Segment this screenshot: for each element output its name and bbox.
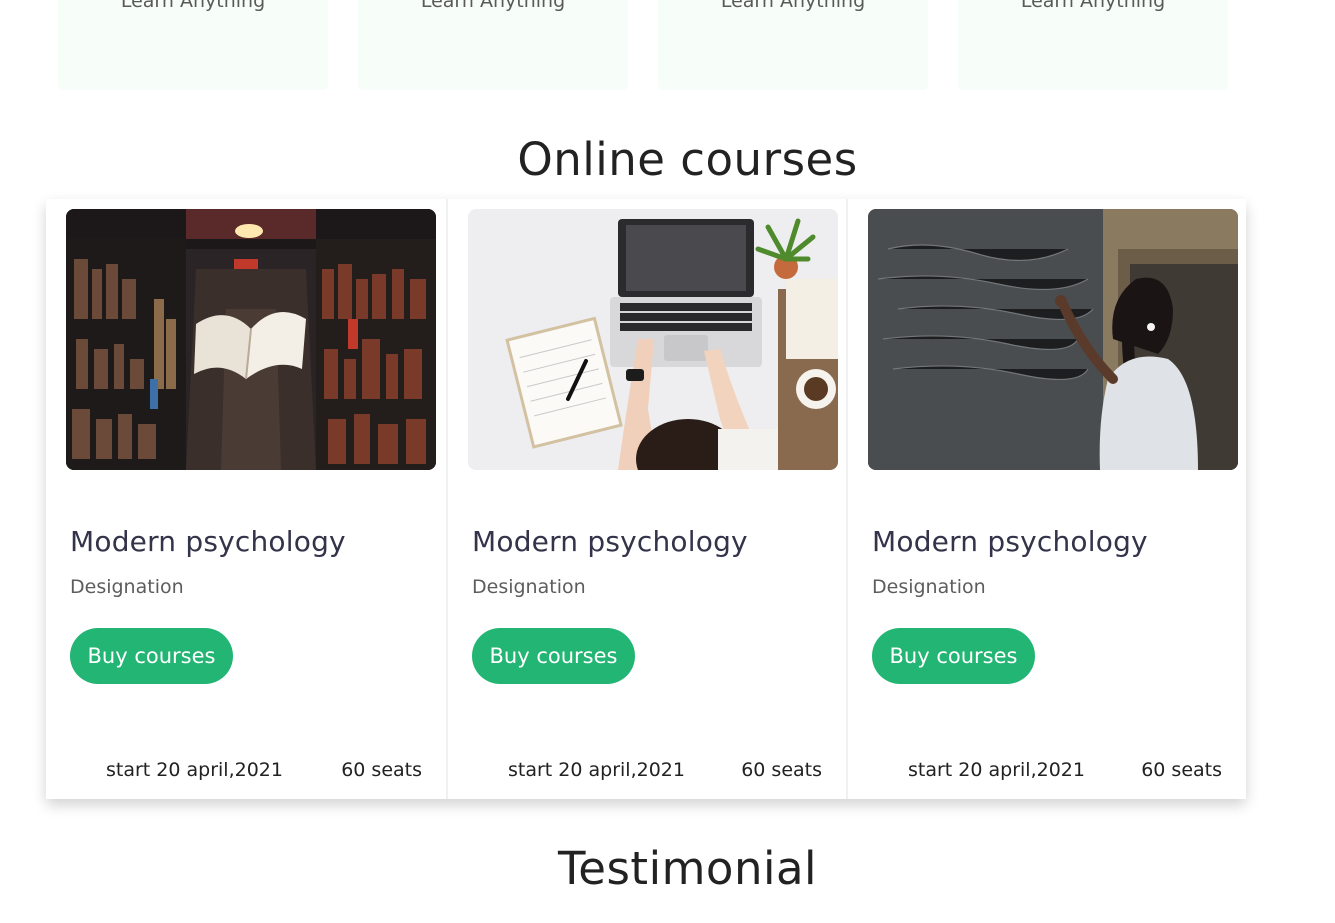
course-image-blackboard [868, 209, 1238, 470]
buy-courses-button[interactable]: Buy courses [472, 628, 635, 684]
feature-label: Learn Anything [720, 0, 866, 12]
course-start-date: start 20 april,2021 [106, 759, 283, 781]
course-seats: 60 seats [741, 759, 822, 781]
course-designation: Designation [472, 576, 586, 598]
course-card: Modern psychology Designation Buy course… [46, 199, 446, 799]
testimonial-heading: Testimonial [557, 842, 818, 895]
course-start-date: start 20 april,2021 [908, 759, 1085, 781]
course-designation: Designation [872, 576, 986, 598]
course-card: Modern psychology Designation Buy course… [446, 199, 846, 799]
feature-cards-row: Learn Anything Learn Anything Learn Anyt… [0, 0, 1335, 92]
feature-card: Learn Anything [358, 0, 628, 90]
buy-courses-button[interactable]: Buy courses [70, 628, 233, 684]
course-title: Modern psychology [472, 525, 748, 558]
course-title: Modern psychology [70, 525, 346, 558]
online-courses-heading: Online courses [517, 133, 858, 186]
course-seats: 60 seats [1141, 759, 1222, 781]
course-title: Modern psychology [872, 525, 1148, 558]
course-image-laptop [468, 209, 838, 470]
course-start-date: start 20 april,2021 [508, 759, 685, 781]
courses-container: Modern psychology Designation Buy course… [46, 199, 1246, 799]
feature-label: Learn Anything [1020, 0, 1166, 12]
feature-card: Learn Anything [958, 0, 1228, 90]
course-seats: 60 seats [341, 759, 422, 781]
course-card: Modern psychology Designation Buy course… [846, 199, 1246, 799]
buy-courses-button[interactable]: Buy courses [872, 628, 1035, 684]
feature-label: Learn Anything [420, 0, 566, 12]
course-designation: Designation [70, 576, 184, 598]
course-image-library [66, 209, 436, 470]
feature-card: Learn Anything [58, 0, 328, 90]
feature-label: Learn Anything [120, 0, 266, 12]
feature-card: Learn Anything [658, 0, 928, 90]
